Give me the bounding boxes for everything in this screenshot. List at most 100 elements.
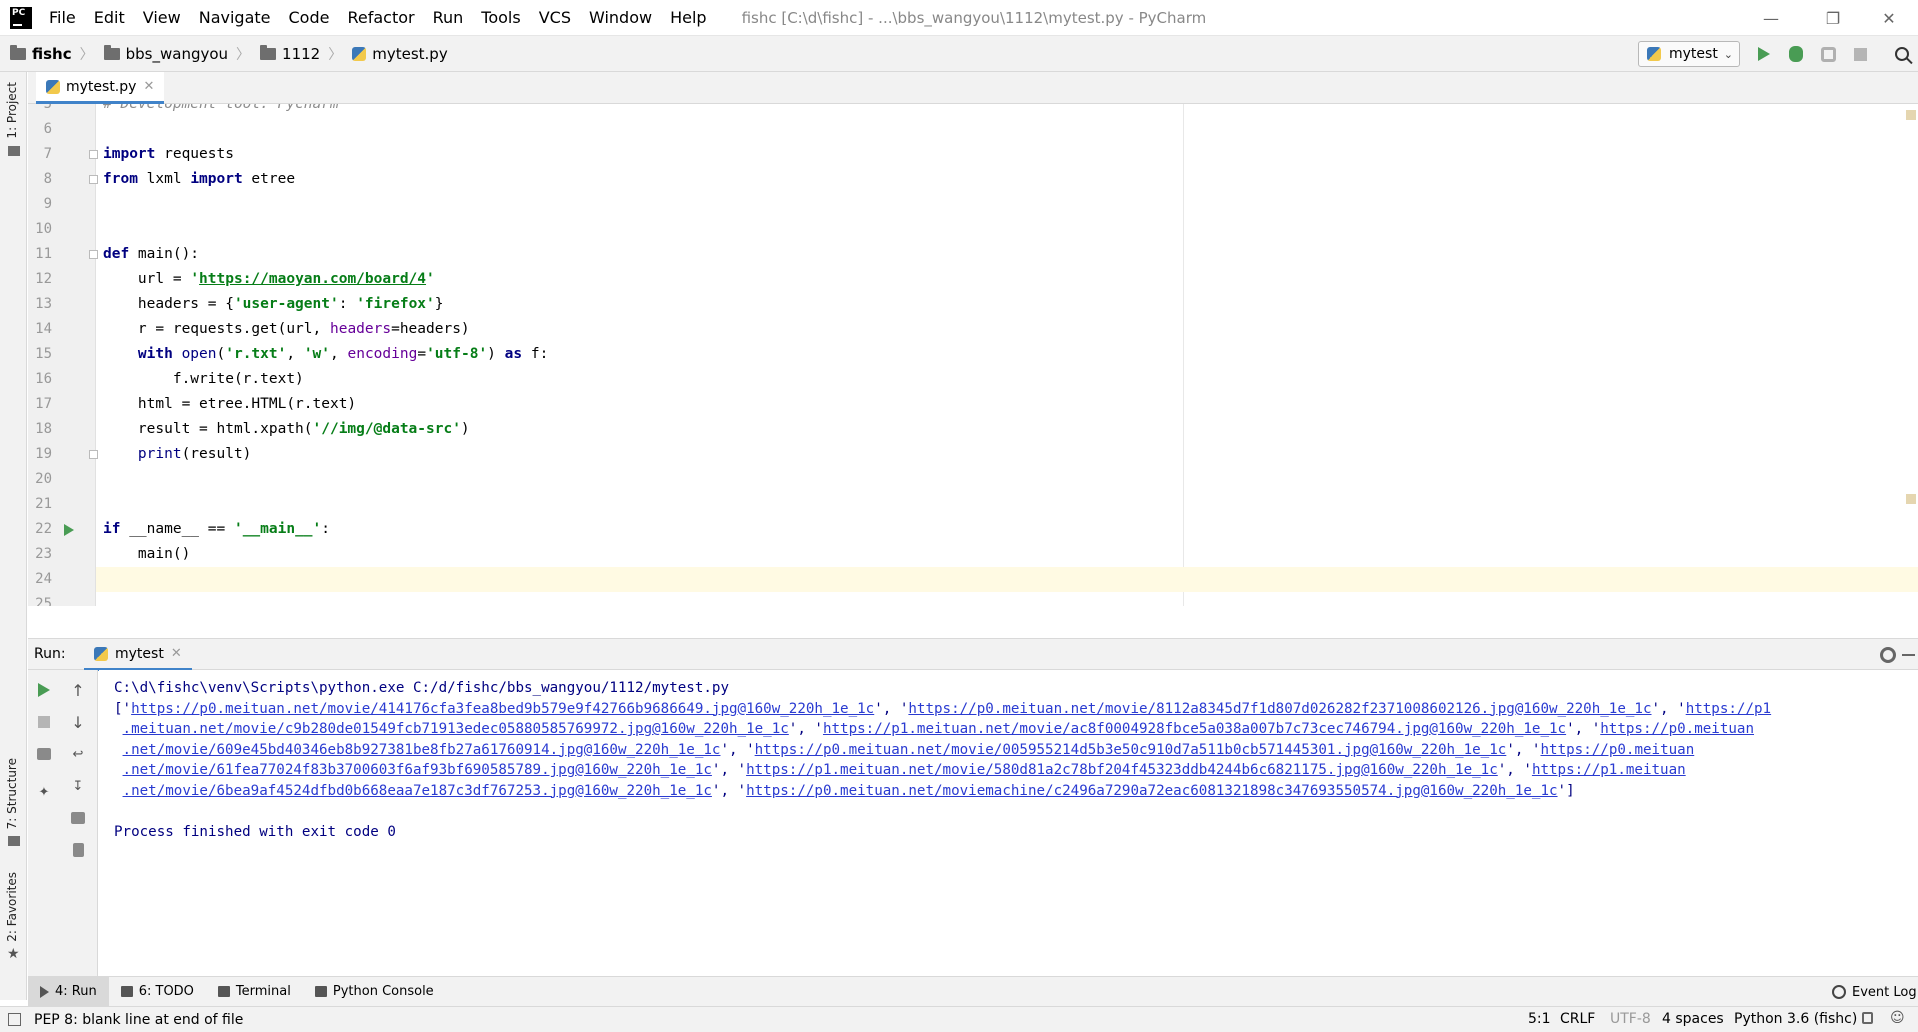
run-console[interactable]: C:\d\fishc\venv\Scripts\python.exe C:/d/… <box>99 670 1918 976</box>
line-separator[interactable]: CRLF <box>1560 1011 1595 1027</box>
console-link[interactable]: https://p1 <box>1686 701 1771 717</box>
code-line[interactable]: 13 headers = {'user-agent': 'firefox'} <box>28 292 1918 317</box>
search-everywhere-button[interactable] <box>1892 44 1912 64</box>
line-number: 10 <box>35 221 52 237</box>
menu-code[interactable]: Code <box>280 8 339 27</box>
menu-run[interactable]: Run <box>424 8 473 27</box>
scroll-up-button[interactable]: ↑ <box>68 680 88 700</box>
console-link[interactable]: https://p0.meituan.net/movie/414176cfa3f… <box>131 701 874 717</box>
fold-marker-icon[interactable] <box>89 175 98 184</box>
code-line[interactable]: 7 import requests <box>28 142 1918 167</box>
scroll-to-end-button[interactable]: ↧ <box>68 776 88 796</box>
fold-marker-icon[interactable] <box>89 450 98 459</box>
console-link[interactable]: https://p0.meituan.net/movie/005955214d5… <box>755 742 1507 758</box>
console-link[interactable]: https://p0.meituan <box>1540 742 1694 758</box>
code-line[interactable]: 21 <box>28 492 1918 517</box>
favorites-tool-tab[interactable]: 2: Favorites <box>5 872 19 942</box>
code-line[interactable]: 22 if __name__ == '__main__': <box>28 517 1918 542</box>
code-line[interactable]: 8 from lxml import etree <box>28 167 1918 192</box>
console-link[interactable]: .net/movie/609e45bd40346eb8b927381be8fb2… <box>123 742 721 758</box>
console-link[interactable]: https://p0.meituan.net/movie/8112a8345d7… <box>908 701 1651 717</box>
rerun-button[interactable] <box>34 680 54 700</box>
restore-icon[interactable]: ❐ <box>1810 0 1856 36</box>
file-encoding[interactable]: UTF-8 <box>1610 1011 1651 1027</box>
close-icon[interactable]: ✕ <box>171 646 182 661</box>
code-line[interactable]: 5 # Development tool: Pycharm <box>28 104 1918 117</box>
gear-icon[interactable] <box>1880 647 1896 663</box>
tool-tab-todo[interactable]: 6: TODO <box>109 977 206 1007</box>
menu-help[interactable]: Help <box>661 8 715 27</box>
scroll-down-button[interactable]: ↓ <box>68 712 88 732</box>
code-line[interactable]: 20 <box>28 467 1918 492</box>
run-configuration-select[interactable]: mytest ⌄ <box>1638 41 1740 67</box>
project-tool-tab[interactable]: 1: Project <box>5 82 19 139</box>
menu-vcs[interactable]: VCS <box>530 8 580 27</box>
code-editor[interactable]: 5 # Development tool: Pycharm 6 7 import req… <box>28 104 1918 606</box>
code-line[interactable]: 19 print(result) <box>28 442 1918 467</box>
console-link[interactable]: https://p1.meituan <box>1532 762 1686 778</box>
code-line[interactable]: 10 <box>28 217 1918 242</box>
tab-mytest-py[interactable]: mytest.py ✕ <box>36 72 165 104</box>
python-interpreter[interactable]: Python 3.6 (fishc) <box>1734 1011 1857 1027</box>
run-with-coverage-button[interactable] <box>1818 44 1838 64</box>
print-button[interactable] <box>68 808 88 828</box>
inspector-icon[interactable]: ☺ <box>1890 1010 1905 1026</box>
debug-button[interactable] <box>1786 44 1806 64</box>
code-line[interactable]: 18 result = html.xpath('//img/@data-src'… <box>28 417 1918 442</box>
console-link[interactable]: .net/movie/61fea77024f83b3700603f6af93bf… <box>123 762 712 778</box>
stop-button[interactable] <box>1850 44 1870 64</box>
code-line[interactable]: 15 with open('r.txt', 'w', encoding='utf… <box>28 342 1918 367</box>
close-icon[interactable]: ✕ <box>143 79 154 94</box>
code-line[interactable]: 9 <box>28 192 1918 217</box>
console-link[interactable]: https://p0.meituan <box>1600 721 1754 737</box>
tool-tab-terminal[interactable]: Terminal <box>206 977 303 1007</box>
breadcrumb-bbs-wangyou[interactable]: bbs_wangyou 〉 <box>94 44 250 64</box>
menu-edit[interactable]: Edit <box>85 8 134 27</box>
minimize-icon[interactable]: — <box>1748 0 1794 36</box>
structure-tool-tab[interactable]: 7: Structure <box>5 758 19 829</box>
code-line[interactable]: 24 <box>35 567 1918 592</box>
menu-view[interactable]: View <box>134 8 190 27</box>
code-line[interactable]: 23 main() <box>28 542 1918 567</box>
menu-file[interactable]: File <box>40 8 85 27</box>
code-line[interactable]: 6 <box>28 117 1918 142</box>
soft-wrap-button[interactable]: ↩ <box>68 744 88 764</box>
code-line[interactable]: 17 html = etree.HTML(r.text) <box>28 392 1918 417</box>
console-link[interactable]: https://p0.meituan.net/moviemachine/c249… <box>746 783 1557 799</box>
menu-navigate[interactable]: Navigate <box>190 8 280 27</box>
fold-marker-icon[interactable] <box>89 150 98 159</box>
hide-panel-icon[interactable] <box>1902 654 1915 656</box>
stop-button[interactable] <box>34 712 54 732</box>
code-line[interactable]: 25 <box>28 592 1918 606</box>
console-link[interactable]: https://p1.meituan.net/movie/ac8f0004928… <box>823 721 1566 737</box>
console-link[interactable]: .meituan.net/movie/c9b280de01549fcb71913… <box>123 721 789 737</box>
menu-window[interactable]: Window <box>580 8 661 27</box>
code-line[interactable]: 11 def main(): <box>28 242 1918 267</box>
clear-all-button[interactable] <box>68 840 88 860</box>
tool-tab-run[interactable]: 4: Run <box>28 976 109 1007</box>
editor-scrollbar[interactable] <box>1910 104 1918 606</box>
console-link[interactable]: https://p1.meituan.net/movie/580d81a2c78… <box>746 762 1498 778</box>
breadcrumb-1112[interactable]: 1112 〉 <box>250 44 342 64</box>
code-line[interactable]: 14 r = requests.get(url, headers=headers… <box>28 317 1918 342</box>
menu-tools[interactable]: Tools <box>472 8 529 27</box>
breadcrumb-fishc[interactable]: fishc 〉 <box>0 44 94 64</box>
code-line[interactable]: 12 url = 'https://maoyan.com/board/4' <box>28 267 1918 292</box>
run-tab-mytest[interactable]: mytest ✕ <box>84 639 192 671</box>
lock-icon[interactable] <box>1862 1012 1873 1024</box>
caret-position[interactable]: 5:1 <box>1528 1011 1551 1027</box>
run-button[interactable] <box>1754 44 1774 64</box>
breadcrumb-mytest-py[interactable]: mytest.py <box>342 45 448 63</box>
tool-tab-event-log[interactable]: Event Log <box>1832 977 1917 1007</box>
code-line[interactable]: 16 f.write(r.text) <box>28 367 1918 392</box>
tool-tab-python-console[interactable]: Python Console <box>303 977 446 1007</box>
pin-tab-button[interactable]: ✦ <box>34 782 54 802</box>
menu-refactor[interactable]: Refactor <box>338 8 423 27</box>
console-link[interactable]: .net/movie/6bea9af4524dfbd0b668eaa7e187c… <box>123 783 712 799</box>
layout-button[interactable] <box>34 744 54 764</box>
indent-setting[interactable]: 4 spaces <box>1662 1011 1724 1027</box>
close-icon[interactable]: ✕ <box>1866 0 1912 36</box>
gutter-run-icon[interactable] <box>64 524 74 536</box>
fold-marker-icon[interactable] <box>89 250 98 259</box>
tool-windows-toggle-icon[interactable] <box>8 1013 21 1026</box>
